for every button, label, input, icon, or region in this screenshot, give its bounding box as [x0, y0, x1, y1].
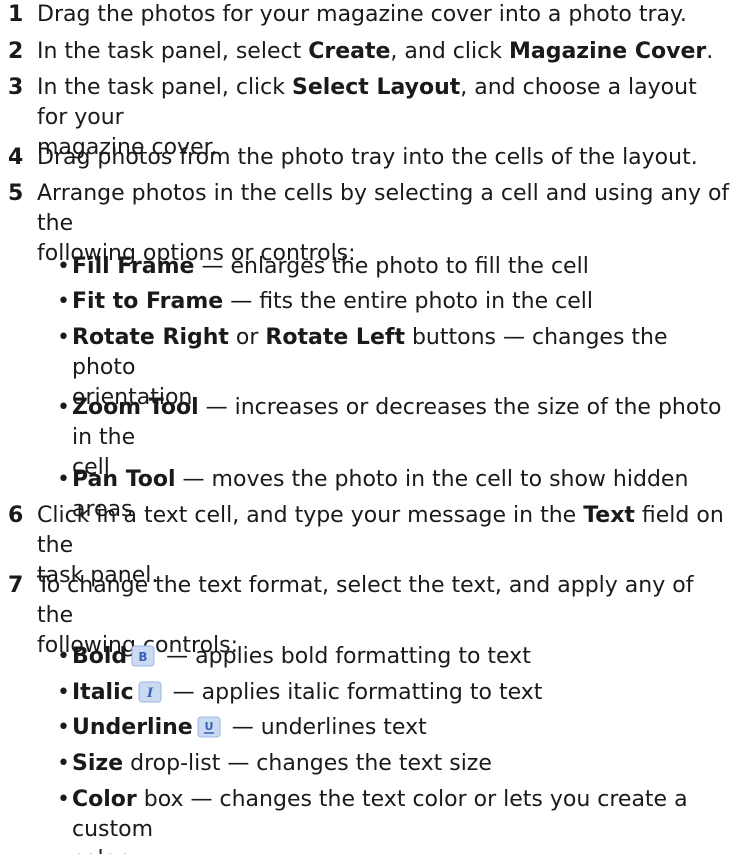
step-text: In the task panel, select Create, and cl…	[37, 39, 714, 64]
step-number: 3	[8, 75, 24, 100]
step-number: 7	[8, 573, 24, 598]
svg-text:B: B	[139, 650, 148, 664]
bold-icon: B	[131, 645, 155, 667]
document-page: 1 Drag the photos for your magazine cove…	[0, 0, 735, 854]
step-number: 5	[8, 181, 24, 206]
underline-icon: U	[197, 716, 221, 738]
svg-text:U: U	[204, 720, 213, 733]
svg-text:I: I	[146, 686, 154, 701]
step-number: 2	[8, 39, 24, 64]
step-number: 1	[8, 2, 24, 27]
step-number: 4	[8, 145, 24, 170]
step-number: 6	[8, 503, 24, 528]
italic-icon: I	[138, 681, 162, 703]
step-text: Drag the photos for your magazine cover …	[37, 2, 687, 27]
step-text: Drag photos from the photo tray into the…	[37, 145, 698, 170]
